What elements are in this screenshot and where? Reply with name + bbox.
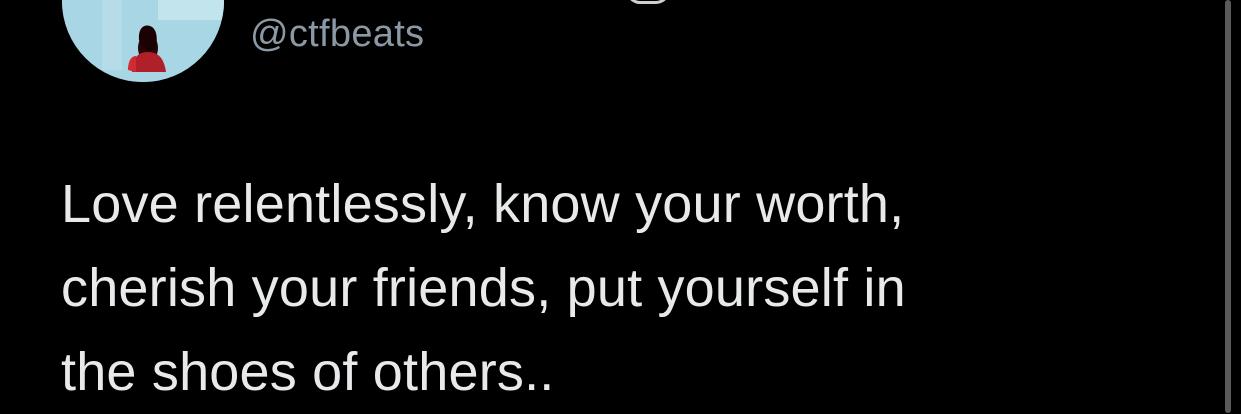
avatar[interactable] bbox=[62, 0, 224, 82]
tweet-text: Love relentlessly, know your worth, cher… bbox=[61, 162, 1181, 414]
profile-photo-icon bbox=[62, 0, 224, 82]
user-handle[interactable]: @ctfbeats bbox=[250, 12, 424, 56]
tweet-text-line: Love relentlessly, know your worth, bbox=[61, 174, 905, 234]
tweet-text-line: the shoes of others.. bbox=[61, 342, 555, 402]
scrollbar[interactable] bbox=[1225, 0, 1231, 413]
display-name-partial bbox=[626, 0, 670, 4]
tweet-card: @ctfbeats Love relentlessly, know your w… bbox=[0, 0, 1241, 413]
tweet-text-line: cherish your friends, put yourself in bbox=[61, 258, 906, 318]
